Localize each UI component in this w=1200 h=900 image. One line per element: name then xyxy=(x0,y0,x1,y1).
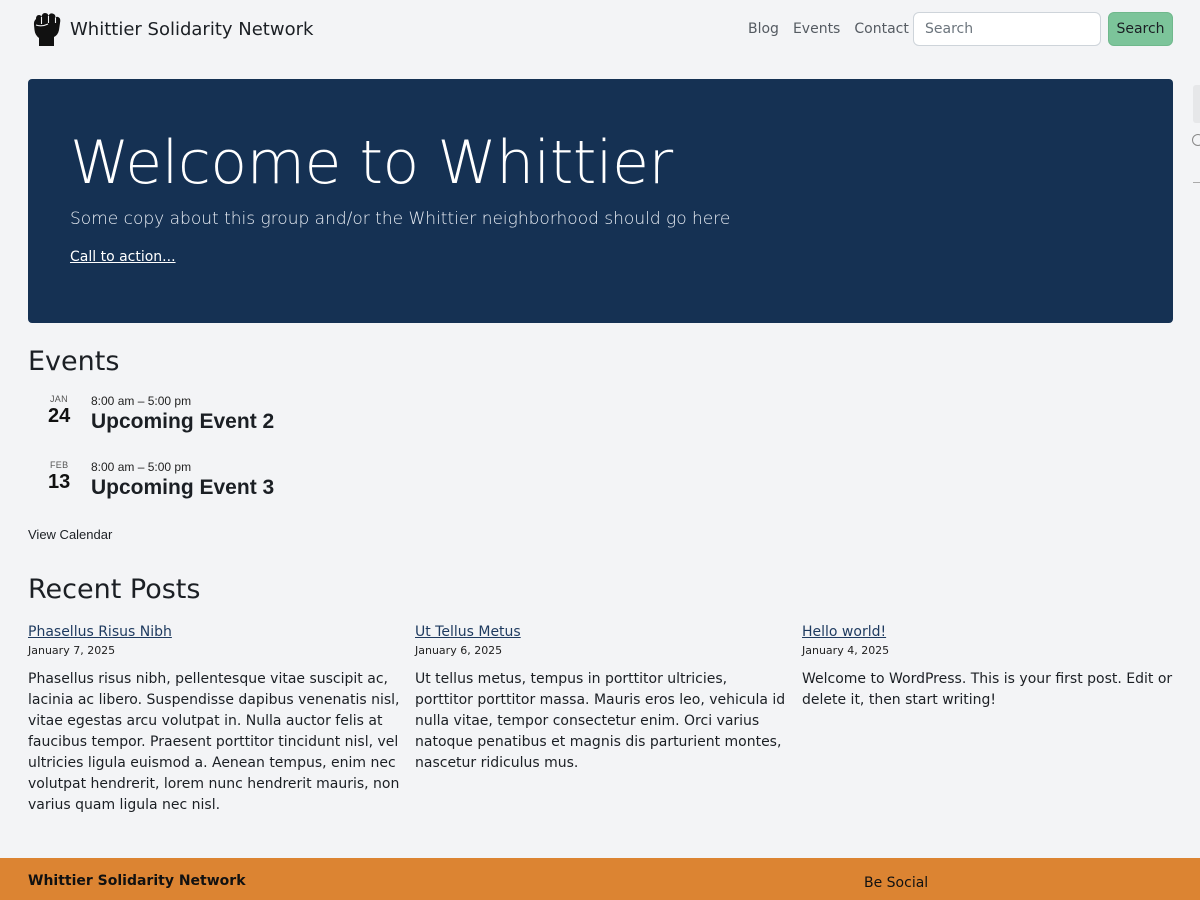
search-button[interactable]: Search xyxy=(1108,12,1173,46)
view-calendar-link[interactable]: View Calendar xyxy=(28,527,112,542)
main-nav: Blog Events Contact xyxy=(748,21,909,37)
post-card: Phasellus Risus Nibh January 7, 2025 Pha… xyxy=(28,624,400,816)
event-item[interactable]: JAN 24 8:00 am – 5:00 pm Upcoming Event … xyxy=(28,394,428,454)
event-title-link[interactable]: Upcoming Event 3 xyxy=(91,476,274,500)
event-item[interactable]: FEB 13 8:00 am – 5:00 pm Upcoming Event … xyxy=(28,460,428,520)
post-excerpt: Phasellus risus nibh, pellentesque vitae… xyxy=(28,671,400,813)
footer-social-heading: Be Social xyxy=(864,875,929,891)
event-day: 13 xyxy=(48,471,71,493)
post-title-link[interactable]: Ut Tellus Metus xyxy=(415,624,787,641)
site-header: Whittier Solidarity Network Blog Events … xyxy=(0,0,1200,60)
post-excerpt: Ut tellus metus, tempus in porttitor ult… xyxy=(415,671,786,771)
event-title-link[interactable]: Upcoming Event 2 xyxy=(91,410,274,434)
nav-link-blog[interactable]: Blog xyxy=(748,21,779,37)
search-input[interactable] xyxy=(913,12,1101,46)
call-to-action-link[interactable]: Call to action... xyxy=(70,249,176,265)
event-month: FEB xyxy=(50,460,69,470)
recent-posts-heading: Recent Posts xyxy=(28,574,201,605)
nav-link-events[interactable]: Events xyxy=(793,21,840,37)
side-panel-tab[interactable] xyxy=(1193,85,1200,123)
post-title-link[interactable]: Phasellus Risus Nibh xyxy=(28,624,400,641)
site-footer: Whittier Solidarity Network Be Social xyxy=(0,858,1200,900)
event-day: 24 xyxy=(48,405,71,427)
event-month: JAN xyxy=(50,394,68,404)
nav-link-contact[interactable]: Contact xyxy=(854,21,908,37)
circle-icon xyxy=(1192,134,1200,146)
footer-site-name: Whittier Solidarity Network xyxy=(28,873,246,889)
hero-title: Welcome to Whittier xyxy=(70,128,673,198)
post-date: January 7, 2025 xyxy=(28,644,116,657)
post-card: Ut Tellus Metus January 6, 2025 Ut tellu… xyxy=(415,624,787,774)
post-date: January 6, 2025 xyxy=(415,644,503,657)
site-name: Whittier Solidarity Network xyxy=(70,18,314,40)
event-time: 8:00 am – 5:00 pm xyxy=(91,394,192,408)
brand-home-link[interactable]: Whittier Solidarity Network xyxy=(30,11,313,47)
events-heading: Events xyxy=(28,346,120,377)
post-excerpt: Welcome to WordPress. This is your first… xyxy=(802,671,1173,708)
raised-fist-icon xyxy=(33,13,61,46)
hero-banner: Welcome to Whittier Some copy about this… xyxy=(28,79,1173,323)
hero-copy: Some copy about this group and/or the Wh… xyxy=(70,209,731,229)
event-time: 8:00 am – 5:00 pm xyxy=(91,460,192,474)
post-date: January 4, 2025 xyxy=(802,644,890,657)
post-title-link[interactable]: Hello world! xyxy=(802,624,1174,641)
divider xyxy=(1193,182,1200,183)
post-card: Hello world! January 4, 2025 Welcome to … xyxy=(802,624,1174,711)
